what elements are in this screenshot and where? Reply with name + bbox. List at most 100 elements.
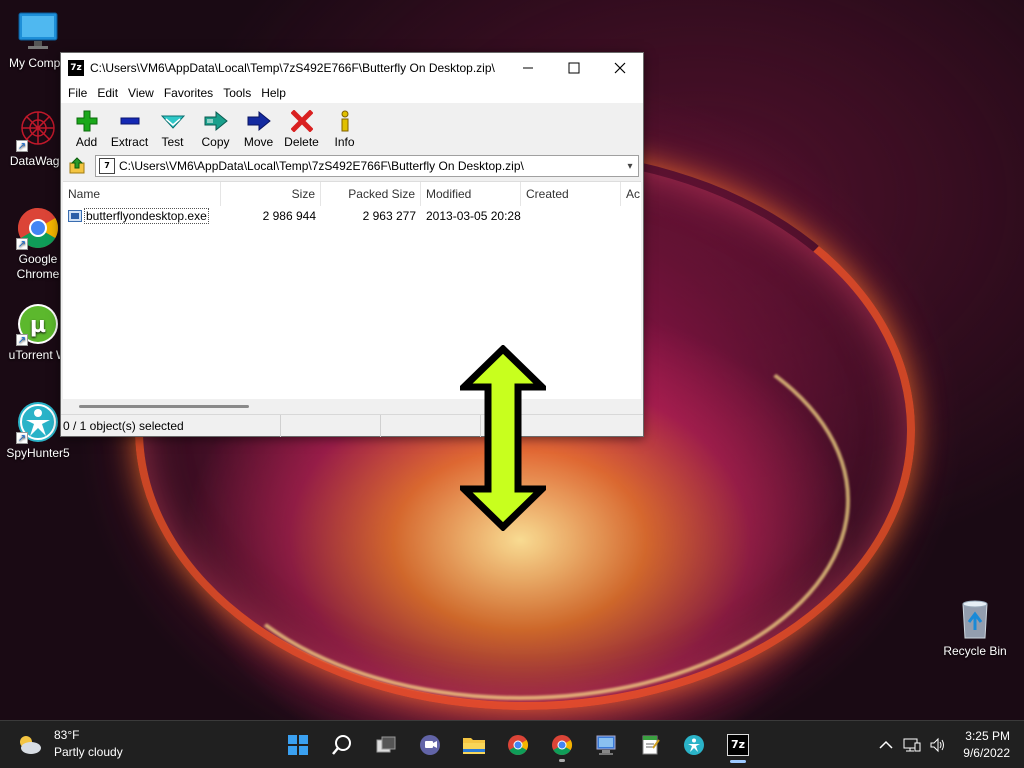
menu-tools[interactable]: Tools xyxy=(218,86,256,100)
chrome-icon xyxy=(552,735,572,755)
up-folder-icon xyxy=(69,157,85,174)
status-bar: 0 / 1 object(s) selected xyxy=(61,414,643,437)
horizontal-scrollbar[interactable] xyxy=(63,399,641,415)
copy-label: Copy xyxy=(201,135,230,149)
spyhunter-icon: ↗ xyxy=(16,400,60,444)
move-arrow-icon xyxy=(237,109,280,133)
add-button[interactable]: Add xyxy=(65,109,108,149)
clock-time: 3:25 PM xyxy=(965,729,1010,743)
network-tray-button[interactable] xyxy=(899,737,925,753)
chrome-taskbar-button-2[interactable] xyxy=(540,727,584,763)
speaker-icon xyxy=(930,737,945,753)
notepad-icon xyxy=(642,735,660,755)
toolbar: Add Extract Test Copy Move Delete Info xyxy=(61,103,643,153)
test-button[interactable]: Test xyxy=(151,109,194,149)
start-button[interactable] xyxy=(276,727,320,763)
network-app-button[interactable] xyxy=(584,727,628,763)
window-title: C:\Users\VM6\AppData\Local\Temp\7zS492E7… xyxy=(90,61,495,75)
status-cell-2 xyxy=(281,414,381,437)
file-list[interactable]: Name Size Packed Size Modified Created A… xyxy=(63,181,641,415)
delete-x-icon xyxy=(280,109,323,133)
column-header-modified[interactable]: Modified xyxy=(421,181,521,206)
chrome-icon xyxy=(508,735,528,755)
column-header-size[interactable]: Size xyxy=(221,181,321,206)
7zip-taskbar-button[interactable]: 7z xyxy=(716,727,760,763)
menu-edit[interactable]: Edit xyxy=(92,86,123,100)
spyhunter-taskbar-button[interactable] xyxy=(672,727,716,763)
show-hidden-icons-button[interactable] xyxy=(873,740,899,750)
notepad-button[interactable] xyxy=(628,727,672,763)
clock[interactable]: 3:25 PM 9/6/2022 xyxy=(951,728,1024,762)
menu-bar: File Edit View Favorites Tools Help xyxy=(61,83,643,103)
copy-arrow-icon xyxy=(194,109,237,133)
menu-favorites[interactable]: Favorites xyxy=(159,86,218,100)
utorrent-icon: µ ↗ xyxy=(16,302,60,346)
chat-icon xyxy=(420,735,440,755)
chevron-up-icon xyxy=(879,740,893,749)
info-label: Info xyxy=(334,135,355,149)
check-icon xyxy=(151,109,194,133)
address-bar: 7 C:\Users\VM6\AppData\Local\Temp\7zS492… xyxy=(61,153,643,179)
column-header-packed-size[interactable]: Packed Size xyxy=(321,181,421,206)
minimize-button[interactable] xyxy=(505,53,551,83)
task-view-button[interactable] xyxy=(364,727,408,763)
column-headers: Name Size Packed Size Modified Created A… xyxy=(63,181,641,206)
chrome-taskbar-button[interactable] xyxy=(496,727,540,763)
address-path: C:\Users\VM6\AppData\Local\Temp\7zS492E7… xyxy=(119,159,524,173)
partly-cloudy-icon xyxy=(20,736,41,754)
desktop-icon-recycle-bin[interactable]: Recycle Bin xyxy=(936,598,1014,658)
task-view-icon xyxy=(376,736,396,753)
close-button[interactable] xyxy=(597,53,643,83)
info-icon xyxy=(323,109,366,133)
network-icon xyxy=(903,738,921,752)
teams-chat-button[interactable] xyxy=(408,727,452,763)
table-row[interactable]: butterflyondesktop.exe 2 986 944 2 963 2… xyxy=(63,206,641,226)
shortcut-arrow-icon: ↗ xyxy=(16,334,28,346)
windows-logo-icon xyxy=(288,735,308,755)
add-label: Add xyxy=(75,135,98,149)
svg-text:µ: µ xyxy=(30,313,46,338)
delete-button[interactable]: Delete xyxy=(280,109,323,149)
chevron-down-icon[interactable]: ▾ xyxy=(622,161,638,172)
search-button[interactable] xyxy=(320,727,364,763)
scrollbar-thumb[interactable] xyxy=(79,405,249,408)
status-text: 0 / 1 object(s) selected xyxy=(61,414,281,437)
7zip-logo-icon: 7z xyxy=(68,60,84,76)
taskbar-apps: 7z xyxy=(276,727,760,763)
extract-button[interactable]: Extract xyxy=(108,109,151,149)
recycle-bin-icon xyxy=(953,598,997,642)
column-header-name[interactable]: Name xyxy=(63,181,221,206)
column-header-created[interactable]: Created xyxy=(521,181,621,206)
plus-icon xyxy=(65,109,108,133)
spyhunter-icon xyxy=(684,735,704,755)
menu-view[interactable]: View xyxy=(123,86,159,100)
address-input[interactable]: 7 C:\Users\VM6\AppData\Local\Temp\7zS492… xyxy=(95,155,639,177)
info-button[interactable]: Info xyxy=(323,109,366,149)
folder-icon xyxy=(463,738,485,754)
column-header-accessed[interactable]: Ac xyxy=(621,182,641,206)
7zip-icon: 7z xyxy=(727,734,749,756)
shortcut-arrow-icon: ↗ xyxy=(16,238,28,250)
copy-button[interactable]: Copy xyxy=(194,109,237,149)
7zip-file-manager-window: 7z C:\Users\VM6\AppData\Local\Temp\7zS49… xyxy=(60,52,644,437)
exe-file-icon xyxy=(68,210,82,222)
weather-widget[interactable]: 83°F Partly cloudy xyxy=(16,727,123,761)
clock-date: 9/6/2022 xyxy=(963,746,1010,760)
desktop-icon-label: Recycle Bin xyxy=(943,644,1007,658)
chrome-icon: ↗ xyxy=(16,206,60,250)
volume-tray-button[interactable] xyxy=(925,737,951,753)
window-titlebar[interactable]: 7z C:\Users\VM6\AppData\Local\Temp\7zS49… xyxy=(61,53,643,83)
up-folder-button[interactable] xyxy=(65,155,89,177)
file-name-cell: butterflyondesktop.exe xyxy=(63,208,221,224)
move-label: Move xyxy=(243,135,274,149)
move-button[interactable]: Move xyxy=(237,109,280,149)
extract-label: Extract xyxy=(110,135,149,149)
menu-help[interactable]: Help xyxy=(256,86,291,100)
maximize-button[interactable] xyxy=(551,53,597,83)
taskbar: 83°F Partly cloudy 7z 3:25 PM 9/6/2022 xyxy=(0,720,1024,768)
datawagon-icon: ↗ xyxy=(16,108,60,152)
file-explorer-button[interactable] xyxy=(452,727,496,763)
system-tray: 3:25 PM 9/6/2022 xyxy=(873,721,1024,768)
menu-file[interactable]: File xyxy=(63,86,92,100)
weather-temperature: 83°F xyxy=(54,728,80,742)
